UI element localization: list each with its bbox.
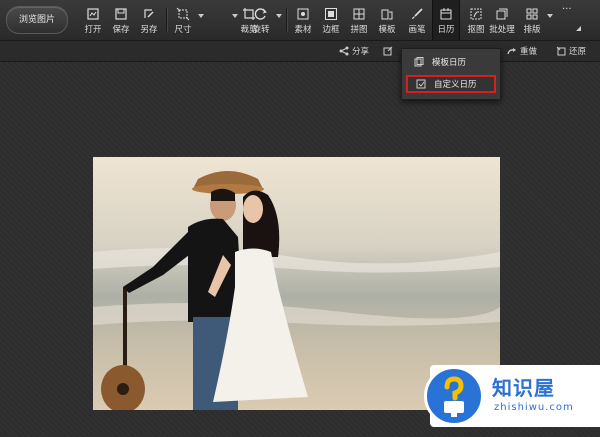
resize-button[interactable]: 尺寸 <box>170 0 196 40</box>
save-icon <box>115 8 127 20</box>
template-calendar-item[interactable]: 模板日历 <box>406 53 496 71</box>
template-calendar-icon <box>414 57 424 67</box>
collage-label: 拼图 <box>350 25 368 35</box>
template-calendar-label: 模板日历 <box>432 58 467 68</box>
collage-icon <box>353 8 365 20</box>
rotate-dropdown-arrow[interactable] <box>276 14 282 18</box>
collage-button[interactable]: 拼图 <box>346 0 372 40</box>
border-label: 边框 <box>322 25 340 35</box>
export-icon <box>383 46 393 56</box>
open-label: 打开 <box>84 25 102 35</box>
template-label: 模板 <box>378 25 396 35</box>
crop-dropdown-arrow[interactable] <box>232 14 238 18</box>
layout-dropdown-arrow[interactable] <box>547 14 553 18</box>
calendar-dropdown-menu: 模板日历 自定义日历 <box>401 48 501 100</box>
batch-button[interactable]: 批处理 <box>489 0 515 40</box>
calendar-icon <box>440 8 452 20</box>
custom-calendar-icon <box>416 79 426 89</box>
material-icon <box>297 8 309 20</box>
main-toolbar: 浏览图片 打开 保存 另存 尺寸 裁剪 旋转 素材 边框 拼图 模板 画笔 日历… <box>0 0 600 41</box>
material-button[interactable]: 素材 <box>290 0 316 40</box>
share-button[interactable]: 分享 <box>339 44 369 58</box>
layout-label: 排版 <box>523 25 541 35</box>
layout-icon <box>526 8 538 20</box>
resize-icon <box>176 7 190 21</box>
calendar-label: 日历 <box>437 25 455 35</box>
layout-button[interactable]: 排版 <box>519 0 545 40</box>
restore-label: 还原 <box>569 47 587 57</box>
rotate-label: 旋转 <box>252 25 270 35</box>
cutout-button[interactable]: 抠图 <box>463 0 489 40</box>
batch-icon <box>496 8 508 20</box>
watermark-title: 知识屋 <box>492 376 555 400</box>
export-button[interactable] <box>383 44 396 58</box>
watermark-logo <box>424 366 484 426</box>
open-button[interactable]: 打开 <box>80 0 106 40</box>
custom-calendar-item[interactable]: 自定义日历 <box>406 75 496 93</box>
open-icon <box>87 8 99 20</box>
material-label: 素材 <box>294 25 312 35</box>
border-button[interactable]: 边框 <box>318 0 344 40</box>
cutout-icon <box>470 8 482 20</box>
rotate-button[interactable]: 旋转 <box>248 0 274 40</box>
expand-corner-icon[interactable] <box>576 26 581 31</box>
save-label: 保存 <box>112 25 130 35</box>
restore-icon <box>556 46 566 56</box>
watermark-url: zhishiwu.com <box>494 402 574 413</box>
redo-label: 重做 <box>520 47 538 57</box>
redo-button[interactable]: 重做 <box>507 44 537 58</box>
custom-calendar-label: 自定义日历 <box>434 80 477 90</box>
border-icon <box>325 8 337 20</box>
share-label: 分享 <box>352 47 370 57</box>
brush-icon <box>412 8 423 19</box>
batch-label: 批处理 <box>489 25 515 35</box>
save-as-button[interactable]: 另存 <box>136 0 162 40</box>
share-icon <box>339 46 349 56</box>
template-icon <box>381 9 393 20</box>
secondary-toolbar: 分享 重做 还原 <box>0 41 600 62</box>
brush-button[interactable]: 画笔 <box>404 0 430 40</box>
cutout-label: 抠图 <box>467 25 485 35</box>
save-as-label: 另存 <box>140 25 158 35</box>
browse-images-button[interactable]: 浏览图片 <box>6 6 68 34</box>
save-button[interactable]: 保存 <box>108 0 134 40</box>
save-as-icon <box>144 9 154 18</box>
template-button[interactable]: 模板 <box>374 0 400 40</box>
question-monitor-icon <box>444 376 464 417</box>
resize-dropdown-arrow[interactable] <box>198 14 204 18</box>
calendar-button[interactable]: 日历 <box>432 0 460 40</box>
rotate-icon <box>254 8 267 20</box>
resize-label: 尺寸 <box>174 25 192 35</box>
restore-button[interactable]: 还原 <box>556 44 586 58</box>
brush-label: 画笔 <box>408 25 426 35</box>
redo-icon <box>507 48 516 55</box>
more-button[interactable]: ··· <box>562 4 572 15</box>
